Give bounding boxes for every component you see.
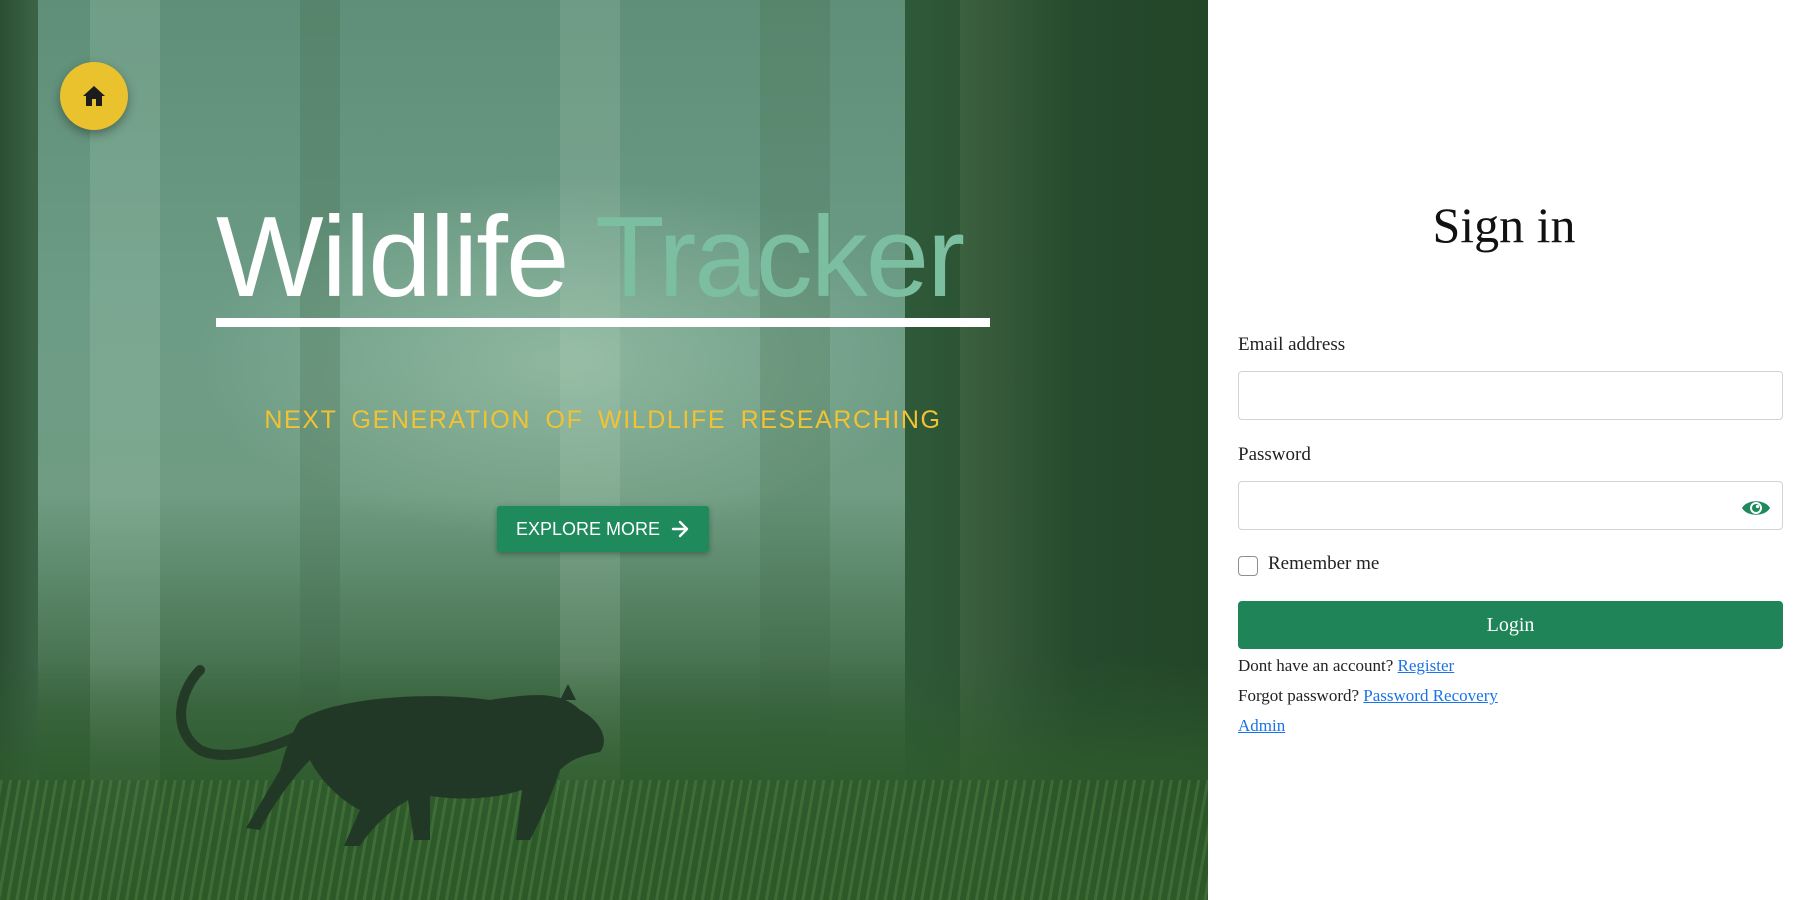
forgot-prompt: Forgot password? [1238, 686, 1360, 705]
forgot-line: Forgot password? Password Recovery [1238, 686, 1498, 706]
hero-title-underline [216, 318, 990, 327]
email-field[interactable] [1238, 371, 1783, 420]
password-visibility-toggle[interactable] [1738, 490, 1774, 526]
signin-panel: Sign in Email address Password Remember … [1208, 0, 1800, 900]
eye-icon [1742, 501, 1770, 515]
password-field[interactable] [1238, 481, 1783, 530]
hero-subtitle: NEXT GENERATION OF WILDLIFE RESEARCHING [264, 406, 942, 434]
remember-me-label: Remember me [1268, 553, 1380, 574]
password-recovery-link[interactable]: Password Recovery [1363, 686, 1498, 705]
arrow-right-icon [671, 520, 689, 538]
hero-section: Wildlife Tracker NEXT GENERATION OF WILD… [0, 0, 1208, 900]
email-label: Email address [1238, 334, 1346, 355]
remember-me-checkbox[interactable] [1238, 556, 1258, 576]
hero-title-main: Wildlife [216, 194, 569, 321]
explore-more-button[interactable]: EXPLORE MORE [497, 506, 709, 552]
home-icon [83, 86, 105, 106]
admin-link[interactable]: Admin [1238, 716, 1285, 736]
home-button[interactable] [60, 62, 128, 130]
login-button[interactable]: Login [1238, 601, 1783, 649]
black-panther-image [176, 665, 604, 846]
password-label: Password [1238, 444, 1311, 465]
register-line: Dont have an account? Register [1238, 656, 1454, 676]
hero-title-accent: Tracker [595, 194, 965, 321]
hero-title: Wildlife Tracker [216, 194, 965, 321]
signin-title: Sign in [1432, 197, 1576, 253]
explore-more-label: EXPLORE MORE [515, 518, 661, 539]
register-link[interactable]: Register [1398, 656, 1455, 675]
register-prompt: Dont have an account? [1238, 656, 1394, 675]
